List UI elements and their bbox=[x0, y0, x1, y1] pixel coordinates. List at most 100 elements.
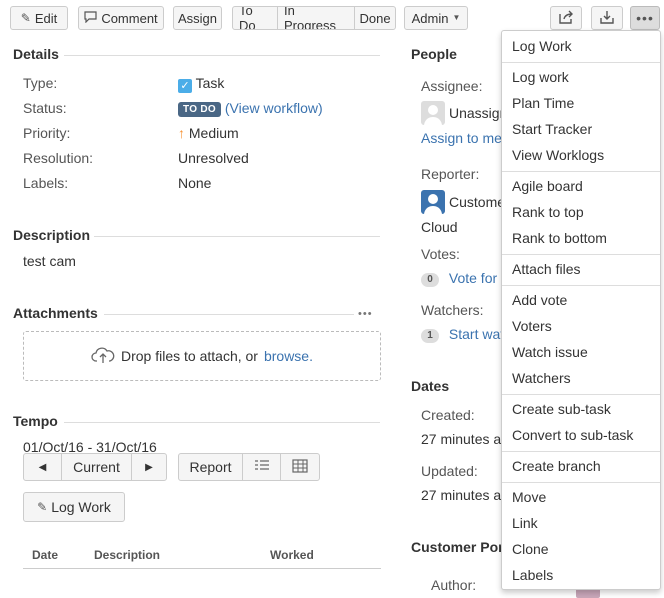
pencil-icon: ✎ bbox=[20, 11, 31, 25]
created-value: 27 minutes a bbox=[421, 431, 502, 447]
share-button[interactable] bbox=[550, 6, 582, 30]
next-period-button[interactable]: ▶ bbox=[132, 454, 166, 480]
done-button[interactable]: Done bbox=[355, 7, 395, 29]
comment-button[interactable]: Comment bbox=[78, 6, 164, 30]
worklog-col-date: Date bbox=[32, 548, 59, 562]
labels-label: Labels: bbox=[23, 175, 69, 191]
menu-item-watch-issue[interactable]: Watch issue bbox=[512, 344, 588, 360]
votes-label: Votes: bbox=[421, 246, 460, 262]
arrow-up-icon: ↑ bbox=[178, 125, 185, 141]
more-actions-button[interactable]: ••• bbox=[630, 6, 660, 30]
more-actions-menu: Log Work Log work Plan Time Start Tracke… bbox=[501, 30, 661, 590]
period-navigator: ◀ Current ▶ bbox=[23, 453, 167, 481]
description-title: Description bbox=[13, 227, 91, 243]
assignee-label: Assignee: bbox=[421, 78, 483, 94]
menu-item-log-work-tempo[interactable]: Log Work bbox=[512, 38, 572, 54]
menu-item-rank-to-bottom[interactable]: Rank to bottom bbox=[512, 230, 607, 246]
edit-button[interactable]: ✎ Edit bbox=[10, 6, 68, 30]
status-label: Status: bbox=[23, 100, 67, 116]
attachments-title: Attachments bbox=[13, 305, 98, 321]
pencil-icon: ✎ bbox=[37, 500, 48, 514]
todo-button[interactable]: To Do bbox=[233, 7, 278, 29]
menu-item-voters[interactable]: Voters bbox=[512, 318, 552, 334]
comment-label: Comment bbox=[101, 10, 158, 26]
description-text[interactable]: test cam bbox=[23, 253, 76, 269]
log-work-label: Log Work bbox=[51, 499, 111, 515]
menu-item-add-vote[interactable]: Add vote bbox=[512, 292, 567, 308]
dates-title: Dates bbox=[411, 378, 450, 394]
menu-item-labels[interactable]: Labels bbox=[512, 567, 553, 583]
grid-icon bbox=[292, 458, 308, 476]
reporter-label: Reporter: bbox=[421, 166, 480, 182]
priority-value: ↑ Medium bbox=[178, 125, 239, 141]
menu-item-move[interactable]: Move bbox=[512, 489, 546, 505]
watch-link[interactable]: Start wat bbox=[449, 326, 504, 342]
in-progress-button[interactable]: In Progress bbox=[278, 7, 355, 29]
reporter-value[interactable]: Custome bbox=[449, 194, 505, 210]
grid-view-button[interactable] bbox=[281, 454, 319, 480]
vote-link[interactable]: Vote for t bbox=[449, 270, 505, 286]
worklog-header-divider bbox=[23, 568, 381, 569]
description-divider bbox=[94, 236, 380, 237]
menu-item-plan-time[interactable]: Plan Time bbox=[512, 95, 574, 111]
menu-separator bbox=[502, 62, 660, 63]
browse-link[interactable]: browse. bbox=[264, 348, 313, 364]
assign-label: Assign bbox=[177, 10, 218, 26]
menu-item-log-work[interactable]: Log work bbox=[512, 69, 569, 85]
assign-button[interactable]: Assign bbox=[173, 6, 222, 30]
people-title: People bbox=[411, 46, 457, 62]
chevron-left-icon: ◀ bbox=[38, 461, 47, 473]
votes-count: 0 bbox=[421, 273, 439, 287]
tempo-divider bbox=[64, 422, 380, 423]
reporter-avatar bbox=[421, 190, 445, 214]
attachments-dropzone[interactable]: Drop files to attach, or browse. bbox=[23, 331, 381, 381]
chevron-down-icon: ▼ bbox=[452, 13, 461, 22]
menu-item-agile-board[interactable]: Agile board bbox=[512, 178, 583, 194]
menu-item-clone[interactable]: Clone bbox=[512, 541, 549, 557]
report-button[interactable]: Report bbox=[179, 454, 243, 480]
menu-item-watchers[interactable]: Watchers bbox=[512, 370, 571, 386]
tempo-log-work-button[interactable]: ✎ Log Work bbox=[23, 492, 125, 522]
menu-separator bbox=[502, 254, 660, 255]
type-text: Task bbox=[195, 75, 225, 91]
tempo-title: Tempo bbox=[13, 413, 58, 429]
admin-button[interactable]: Admin ▼ bbox=[404, 6, 468, 30]
admin-label: Admin bbox=[411, 10, 449, 26]
votes-row: 0 Vote for t bbox=[421, 270, 505, 287]
tempo-view-group: Report bbox=[178, 453, 320, 481]
priority-text: Medium bbox=[188, 125, 239, 141]
workflow-group: To Do In Progress Done bbox=[232, 6, 396, 30]
list-view-button[interactable] bbox=[243, 454, 281, 480]
view-workflow-link[interactable]: (View workflow) bbox=[225, 100, 323, 116]
menu-item-create-sub-task[interactable]: Create sub-task bbox=[512, 401, 611, 417]
watchers-label: Watchers: bbox=[421, 302, 484, 318]
menu-separator bbox=[502, 171, 660, 172]
menu-item-rank-to-top[interactable]: Rank to top bbox=[512, 204, 584, 220]
current-period-button[interactable]: Current bbox=[62, 454, 132, 480]
menu-item-view-worklogs[interactable]: View Worklogs bbox=[512, 147, 604, 163]
details-divider bbox=[64, 55, 380, 56]
menu-item-link[interactable]: Link bbox=[512, 515, 538, 531]
menu-item-create-branch[interactable]: Create branch bbox=[512, 458, 601, 474]
menu-separator bbox=[502, 451, 660, 452]
assign-to-me-link[interactable]: Assign to me bbox=[421, 130, 502, 146]
labels-value[interactable]: None bbox=[178, 175, 211, 191]
worklog-col-description: Description bbox=[94, 548, 161, 562]
assignee-value: Unassign bbox=[449, 105, 508, 121]
resolution-label: Resolution: bbox=[23, 150, 94, 166]
menu-item-start-tracker[interactable]: Start Tracker bbox=[512, 121, 592, 137]
export-button[interactable] bbox=[591, 6, 623, 30]
more-icon: ••• bbox=[636, 10, 654, 26]
priority-label: Priority: bbox=[23, 125, 71, 141]
menu-separator bbox=[502, 394, 660, 395]
attachments-more-icon[interactable]: ••• bbox=[358, 308, 373, 320]
share-icon bbox=[558, 10, 574, 27]
resolution-value: Unresolved bbox=[178, 150, 249, 166]
edit-label: Edit bbox=[34, 10, 58, 26]
details-title: Details bbox=[13, 46, 59, 62]
menu-item-convert-to-sub-task[interactable]: Convert to sub-task bbox=[512, 427, 633, 443]
unassigned-avatar bbox=[421, 101, 445, 125]
previous-period-button[interactable]: ◀ bbox=[24, 454, 62, 480]
menu-item-attach-files[interactable]: Attach files bbox=[512, 261, 580, 277]
customer-portal-title: Customer Por bbox=[411, 539, 504, 555]
